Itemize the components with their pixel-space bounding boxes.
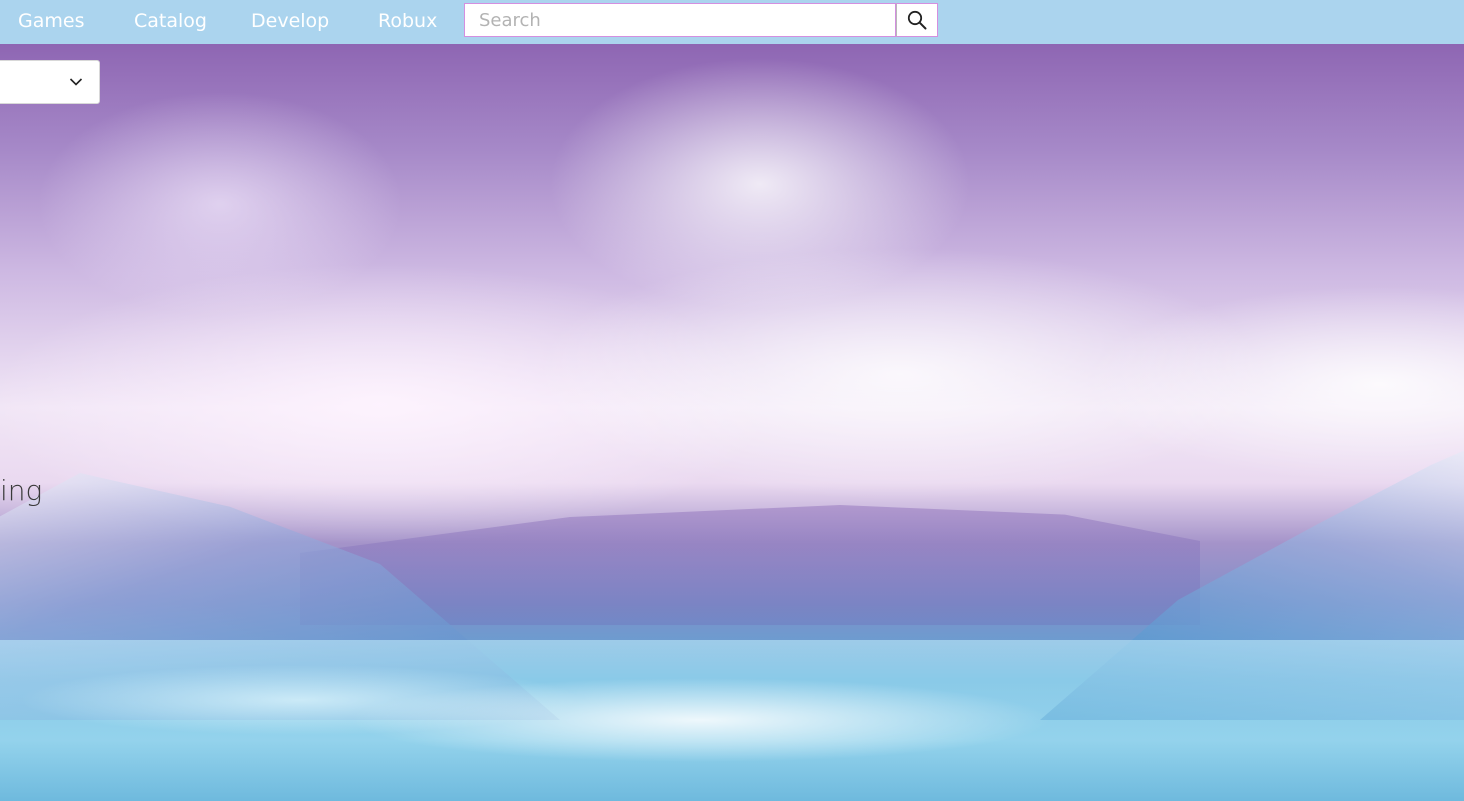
nav-catalog-link[interactable]: Catalog	[134, 0, 207, 44]
nav-games-link[interactable]: Games	[18, 0, 84, 44]
search-button[interactable]	[896, 3, 938, 37]
background-snow-field	[0, 640, 1464, 801]
nav-robux-link[interactable]: Robux	[378, 0, 437, 44]
page: Games Catalog Develop Robux ing	[0, 0, 1464, 801]
top-navbar: Games Catalog Develop Robux	[0, 0, 1464, 44]
search-icon	[907, 10, 927, 30]
chevron-down-icon	[69, 78, 83, 86]
nav-develop-link[interactable]: Develop	[251, 0, 329, 44]
search-bar	[464, 3, 938, 37]
partial-text: ing	[0, 474, 43, 507]
dropdown-select[interactable]	[0, 60, 100, 104]
search-input[interactable]	[464, 3, 896, 37]
